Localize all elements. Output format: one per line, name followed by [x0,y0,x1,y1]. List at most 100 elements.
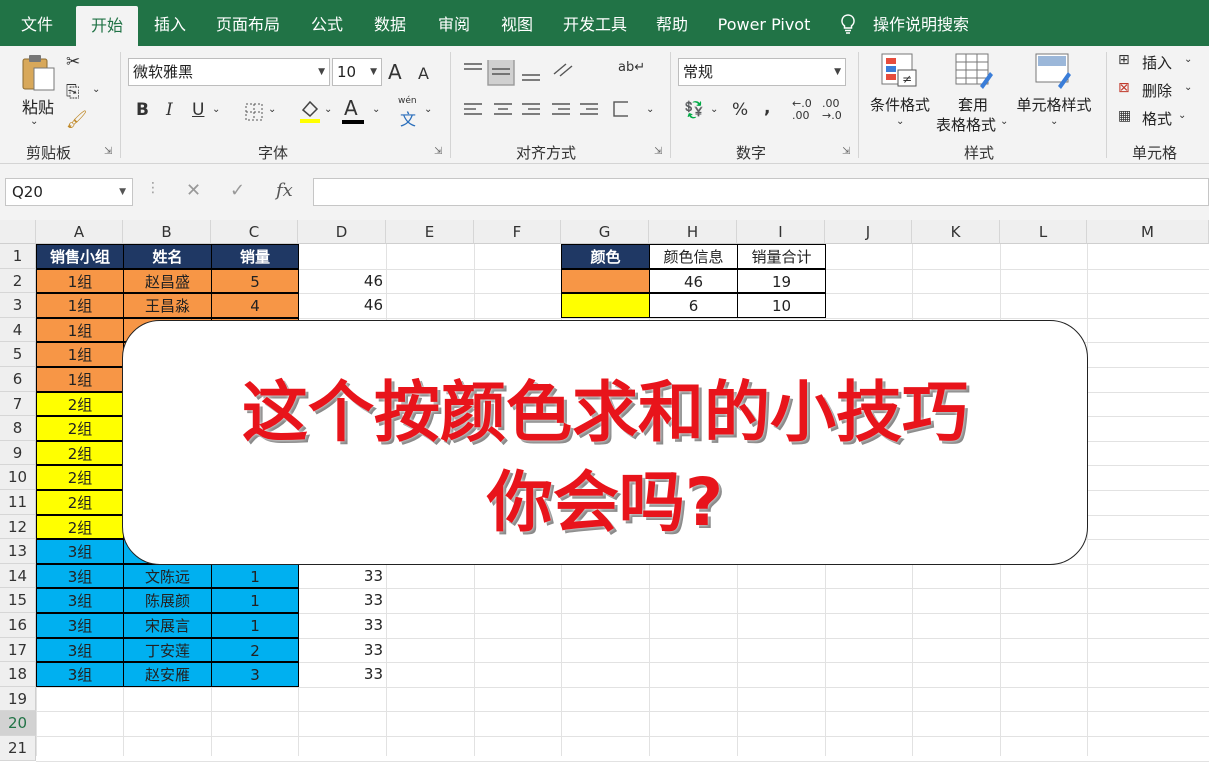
format-cells-button[interactable]: 格式 [1142,108,1172,129]
column-header-l[interactable]: L [1000,220,1087,244]
underline-dropdown-icon[interactable]: ⌄ [212,104,220,115]
qty-cell[interactable]: 2 [211,637,299,663]
format-painter-icon[interactable]: 🖌 [66,110,88,130]
insert-dropdown-icon[interactable]: ⌄ [1184,54,1192,65]
fill-color-icon[interactable] [298,98,322,124]
name-cell[interactable]: 文陈远 [123,563,212,589]
tab-review[interactable]: 审阅 [430,0,478,46]
summary-header-cell[interactable]: 颜色信息 [649,244,738,269]
column-header-f[interactable]: F [474,220,561,244]
row-header-21[interactable]: 21 [0,736,36,761]
name-cell[interactable]: 王昌淼 [123,293,212,318]
column-header-b[interactable]: B [123,220,211,244]
cell-styles-dropdown-icon[interactable]: ⌄ [1050,116,1058,127]
format-table-dropdown-icon[interactable]: ⌄ [1000,116,1008,127]
column-header-g[interactable]: G [561,220,649,244]
delete-cells-button[interactable]: 删除 [1142,80,1172,101]
cancel-entry-icon[interactable]: ✕ [186,180,201,201]
color-info-cell[interactable]: 33 [298,613,387,638]
group-cell[interactable]: 2组 [36,440,124,466]
qty-cell[interactable]: 1 [211,588,299,613]
row-header-4[interactable]: 4 [0,317,36,343]
column-header-h[interactable]: H [649,220,737,244]
group-cell[interactable]: 2组 [36,490,124,515]
summary-header-cell[interactable]: 颜色 [561,244,650,269]
format-as-table-line1[interactable]: 套用 [950,94,996,115]
name-cell[interactable]: 丁安莲 [123,637,212,663]
column-header-d[interactable]: D [298,220,386,244]
row-header-1[interactable]: 1 [0,244,36,269]
tab-home[interactable]: 开始 [76,6,138,46]
copy-dropdown-icon[interactable]: ⌄ [92,84,100,95]
qty-cell[interactable]: 5 [211,268,299,294]
format-as-table-button[interactable]: 表格格式 [932,114,1000,135]
number-format-combo[interactable]: 常规 ▼ [678,58,846,86]
group-cell[interactable]: 1组 [36,268,124,294]
conditional-format-icon[interactable]: ≠ [880,52,920,90]
qty-cell[interactable]: 1 [211,563,299,589]
decrease-decimal-icon[interactable]: .00 →.0 [822,98,842,122]
tab-data[interactable]: 数据 [366,0,414,46]
format-cells-icon[interactable]: ▦ [1118,108,1131,124]
group-cell[interactable]: 3组 [36,539,124,564]
group-cell[interactable]: 2组 [36,416,124,441]
summary-header-cell[interactable]: 销量合计 [737,244,826,269]
group-cell[interactable]: 3组 [36,563,124,589]
phonetic-guide-top[interactable]: wén [398,96,417,106]
borders-dropdown-icon[interactable]: ⌄ [268,104,276,115]
column-header-i[interactable]: I [737,220,825,244]
name-cell[interactable]: 陈展颜 [123,588,212,613]
paste-button[interactable]: 粘贴 [18,94,58,118]
tab-developer[interactable]: 开发工具 [557,0,633,46]
tab-view[interactable]: 视图 [493,0,541,46]
qty-cell[interactable]: 3 [211,662,299,687]
row-header-9[interactable]: 9 [0,440,36,466]
group-cell[interactable]: 3组 [36,637,124,663]
shrink-font-icon[interactable]: A [418,64,429,83]
borders-icon[interactable] [244,102,264,122]
currency-icon[interactable]: 💱 [684,100,704,119]
tell-me-search[interactable]: 操作说明搜索 [866,0,976,46]
conditional-format-button[interactable]: 条件格式 [864,94,936,115]
more-options-icon[interactable]: ⋮ [146,180,160,196]
qty-cell[interactable]: 4 [211,293,299,318]
row-header-11[interactable]: 11 [0,490,36,515]
cut-icon[interactable]: ✂ [66,52,80,72]
row-header-7[interactable]: 7 [0,391,36,417]
color-info-cell[interactable]: 33 [298,564,387,589]
table-header-cell[interactable]: 姓名 [123,244,212,269]
tab-power-pivot[interactable]: Power Pivot [712,0,816,46]
select-all-corner[interactable] [0,220,36,244]
format-dropdown-icon[interactable]: ⌄ [1178,110,1186,121]
name-cell[interactable]: 赵安雁 [123,662,212,687]
row-header-5[interactable]: 5 [0,342,36,367]
format-as-table-icon[interactable] [954,52,994,90]
group-cell[interactable]: 1组 [36,342,124,367]
summary-info-cell[interactable]: 46 [649,268,738,294]
wrap-text-icon[interactable]: ab↵ [618,60,645,75]
column-header-c[interactable]: C [211,220,298,244]
group-cell[interactable]: 2组 [36,514,124,540]
font-color-dropdown-icon[interactable]: ⌄ [372,104,380,115]
number-launcher-icon[interactable]: ⇲ [842,146,850,157]
row-header-18[interactable]: 18 [0,662,36,687]
copy-icon[interactable]: ⎘ [66,82,80,102]
row-header-15[interactable]: 15 [0,588,36,613]
group-cell[interactable]: 3组 [36,662,124,687]
delete-cells-icon[interactable]: ⊠ [1118,80,1130,96]
group-cell[interactable]: 3组 [36,588,124,613]
increase-decimal-icon[interactable]: ←.0.00 [792,98,812,122]
confirm-entry-icon[interactable]: ✓ [230,180,245,201]
underline-button[interactable]: U [192,100,204,120]
color-info-cell[interactable]: 33 [298,588,387,613]
summary-color-swatch[interactable] [561,268,650,294]
font-launcher-icon[interactable]: ⇲ [434,146,442,157]
group-cell[interactable]: 1组 [36,293,124,318]
tab-formulas[interactable]: 公式 [303,0,351,46]
bold-button[interactable]: B [136,100,149,120]
summary-total-cell[interactable]: 10 [737,293,826,318]
tab-file[interactable]: 文件 [12,0,62,46]
group-cell[interactable]: 3组 [36,613,124,638]
table-header-cell[interactable]: 销售小组 [36,244,124,269]
phonetic-guide-icon[interactable]: 文 [400,106,416,130]
